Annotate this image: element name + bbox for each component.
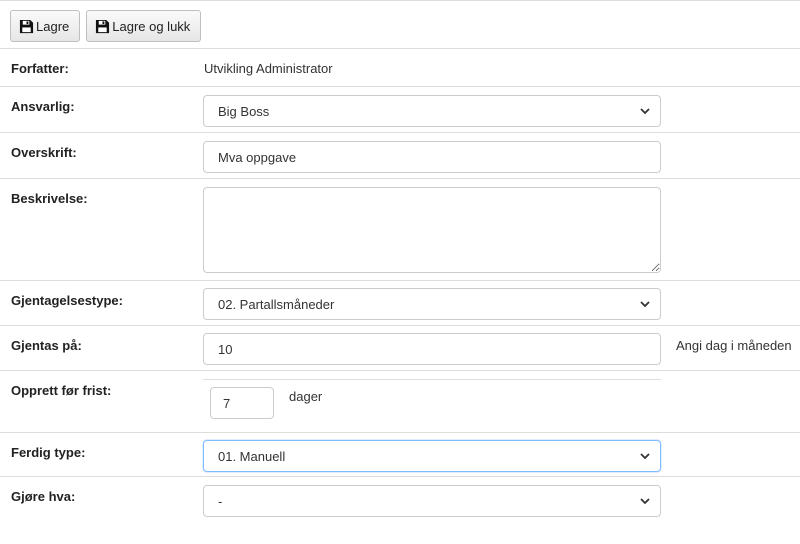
create-before-row: Opprett før frist: 7 dager (0, 370, 800, 432)
heading-input[interactable]: Mva oppgave (203, 141, 661, 173)
save-and-close-button[interactable]: Lagre og lukk (86, 10, 202, 42)
repeat-on-label: Gjentas på: (11, 338, 82, 353)
chevron-down-icon (640, 108, 650, 115)
description-textarea[interactable] (203, 187, 661, 273)
save-button-label: Lagre (36, 18, 70, 34)
responsible-select-value: Big Boss (218, 103, 270, 119)
floppy-disk-icon (95, 19, 110, 34)
heading-input-value: Mva oppgave (218, 149, 297, 165)
repeat-on-input[interactable]: 10 (203, 333, 661, 365)
repeat-on-row: Gjentas på: 10 Angi dag i måneden (0, 325, 800, 370)
create-before-unit: dager (289, 389, 323, 404)
divider (203, 379, 661, 380)
author-row: Forfatter: Utvikling Administrator (0, 48, 800, 86)
finish-type-label: Ferdig type: (11, 445, 86, 460)
do-what-row: Gjøre hva: - (0, 476, 800, 542)
finish-type-select[interactable]: 01. Manuell (203, 440, 661, 472)
finish-type-row: Ferdig type: 01. Manuell (0, 432, 800, 476)
do-what-select[interactable]: - (203, 485, 661, 517)
repeat-on-hint: Angi dag i måneden (676, 338, 792, 353)
create-before-label: Opprett før frist: (11, 383, 112, 398)
repeat-type-row: Gjentagelsestype: 02. Partallsmåneder (0, 280, 800, 325)
chevron-down-icon (640, 301, 650, 308)
do-what-select-value: - (218, 493, 223, 509)
do-what-label: Gjøre hva: (11, 489, 76, 504)
responsible-row: Ansvarlig: Big Boss (0, 86, 800, 132)
floppy-disk-icon (19, 19, 34, 34)
responsible-label: Ansvarlig: (11, 99, 75, 114)
description-label: Beskrivelse: (11, 191, 88, 206)
repeat-type-label: Gjentagelsestype: (11, 293, 123, 308)
create-before-input[interactable]: 7 (210, 387, 274, 419)
toolbar: Lagre Lagre og lukk (0, 0, 800, 48)
heading-label: Overskrift: (11, 145, 77, 160)
repeat-type-select[interactable]: 02. Partallsmåneder (203, 288, 661, 320)
create-before-input-value: 7 (223, 395, 231, 411)
save-button[interactable]: Lagre (10, 10, 81, 42)
responsible-select[interactable]: Big Boss (203, 95, 661, 127)
author-label: Forfatter: (11, 61, 69, 76)
heading-row: Overskrift: Mva oppgave (0, 132, 800, 178)
repeat-on-input-value: 10 (218, 341, 233, 357)
repeat-type-select-value: 02. Partallsmåneder (218, 296, 335, 312)
author-value: Utvikling Administrator (204, 61, 333, 76)
chevron-down-icon (640, 498, 650, 505)
description-row: Beskrivelse: (0, 178, 800, 280)
save-and-close-button-label: Lagre og lukk (112, 18, 191, 34)
chevron-down-icon (640, 453, 650, 460)
finish-type-select-value: 01. Manuell (218, 448, 286, 464)
